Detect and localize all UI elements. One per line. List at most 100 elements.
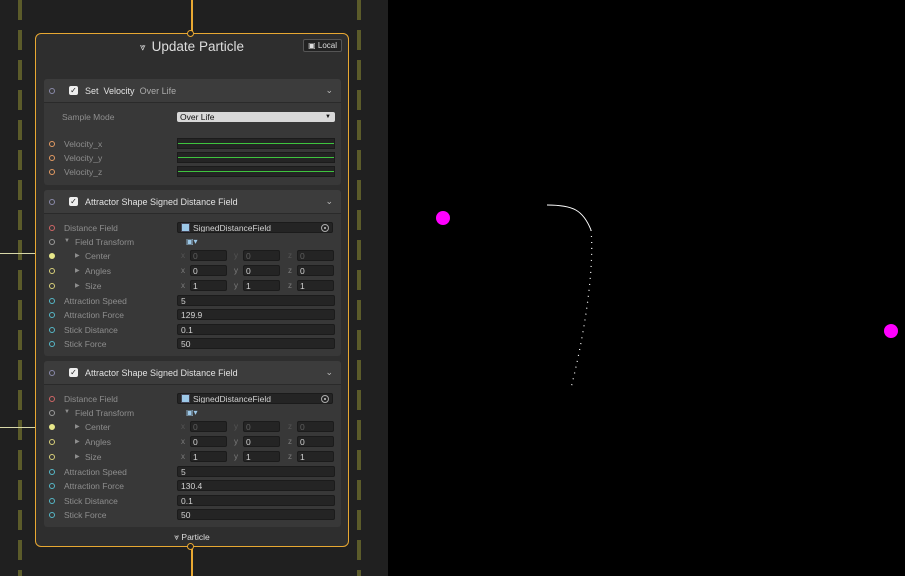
set-velocity-block[interactable]: ✓ Set Velocity Over Life ⌄ Sample Mode O… [44, 79, 341, 185]
stick-distance-port[interactable] [49, 498, 55, 504]
angles-port[interactable] [49, 439, 55, 445]
particle-trail [546, 204, 593, 389]
angles-z-field[interactable]: z0 [288, 265, 336, 276]
stick-distance-label: Stick Distance [64, 496, 118, 506]
block-title: Set Velocity Over Life [85, 86, 177, 96]
vfx-graph-canvas[interactable]: ⩔ Update Particle ▣ Local ✓ Set Velocity … [0, 0, 388, 576]
field-transform-port[interactable] [49, 239, 55, 245]
expand-triangle-icon[interactable]: ▶ [75, 267, 80, 274]
scene-viewport[interactable] [388, 0, 905, 576]
activation-port[interactable] [49, 88, 55, 94]
attraction-force-input[interactable]: 130.4 [177, 480, 335, 491]
collapse-chevron-icon[interactable]: ⌄ [325, 367, 333, 378]
angles-x-field[interactable]: x0 [181, 436, 229, 447]
size-port[interactable] [49, 454, 55, 460]
particle-icon: ⩔ [174, 532, 180, 542]
distance-field-row: Distance Field SignedDistanceField [44, 221, 341, 235]
size-z-field[interactable]: z1 [288, 451, 336, 462]
block-header[interactable]: ✓ Set Velocity Over Life ⌄ [44, 79, 341, 103]
velocity-y-port[interactable] [49, 155, 55, 161]
attraction-speed-row: Attraction Speed 5 [44, 465, 341, 479]
attraction-force-port[interactable] [49, 483, 55, 489]
object-picker-icon[interactable] [321, 224, 329, 232]
space-local-button[interactable]: ▣ Local [303, 39, 342, 52]
distance-field-object[interactable]: SignedDistanceField [177, 393, 333, 404]
expand-triangle-icon[interactable]: ▶ [75, 252, 80, 259]
attractor-sdf-block-2[interactable]: ✓ Attractor Shape Signed Distance Field … [44, 361, 341, 527]
velocity-z-port[interactable] [49, 169, 55, 175]
space-cube-icon[interactable]: ▣▾ [186, 237, 198, 246]
distance-field-port[interactable] [49, 396, 55, 402]
stick-distance-input[interactable]: 0.1 [177, 495, 335, 506]
center-port[interactable] [49, 253, 55, 259]
size-z-field[interactable]: z1 [288, 280, 336, 291]
expand-triangle-icon[interactable]: ▼ [64, 409, 70, 415]
size-y-field[interactable]: y1 [234, 280, 282, 291]
block-header[interactable]: ✓ Attractor Shape Signed Distance Field … [44, 190, 341, 214]
object-picker-icon[interactable] [321, 395, 329, 403]
center-z-field[interactable]: z0 [288, 250, 336, 261]
stick-force-row: Stick Force 50 [44, 508, 341, 522]
collapse-chevron-icon[interactable]: ⌄ [325, 85, 333, 96]
attraction-speed-port[interactable] [49, 469, 55, 475]
distance-field-port[interactable] [49, 225, 55, 231]
center-z-field[interactable]: z0 [288, 421, 336, 432]
attraction-force-input[interactable]: 129.9 [177, 309, 335, 320]
velocity-y-curve[interactable] [177, 152, 335, 163]
size-port[interactable] [49, 283, 55, 289]
stick-distance-input[interactable]: 0.1 [177, 324, 335, 335]
center-y-field[interactable]: y0 [234, 250, 282, 261]
block-enable-checkbox[interactable]: ✓ [69, 197, 78, 206]
block-enable-checkbox[interactable]: ✓ [69, 86, 78, 95]
expand-triangle-icon[interactable]: ▼ [64, 238, 70, 244]
angles-y-field[interactable]: y0 [234, 436, 282, 447]
attraction-speed-input[interactable]: 5 [177, 466, 335, 477]
stick-force-port[interactable] [49, 341, 55, 347]
stick-force-input[interactable]: 50 [177, 338, 335, 349]
block-header[interactable]: ✓ Attractor Shape Signed Distance Field … [44, 361, 341, 385]
attraction-force-port[interactable] [49, 312, 55, 318]
velocity-x-curve[interactable] [177, 138, 335, 149]
stick-force-input[interactable]: 50 [177, 509, 335, 520]
attraction-speed-port[interactable] [49, 298, 55, 304]
flow-input-port[interactable] [187, 30, 194, 37]
context-title: ⩔ Update Particle [140, 39, 244, 54]
stick-distance-port[interactable] [49, 327, 55, 333]
flow-output-port[interactable] [187, 543, 194, 550]
angles-y-field[interactable]: y0 [234, 265, 282, 276]
size-y-field[interactable]: y1 [234, 451, 282, 462]
angles-x-field[interactable]: x0 [181, 265, 229, 276]
expand-triangle-icon[interactable]: ▶ [75, 282, 80, 289]
activation-port[interactable] [49, 199, 55, 205]
attraction-force-row: Attraction Force 129.9 [44, 308, 341, 322]
field-transform-port[interactable] [49, 410, 55, 416]
distance-field-row: Distance Field SignedDistanceField [44, 392, 341, 406]
center-x-field[interactable]: x0 [181, 250, 229, 261]
stick-distance-row: Stick Distance 0.1 [44, 494, 341, 508]
block-enable-checkbox[interactable]: ✓ [69, 368, 78, 377]
center-row: ▶ Center x0 y0 z0 [44, 249, 341, 263]
center-y-field[interactable]: y0 [234, 421, 282, 432]
attraction-force-row: Attraction Force 130.4 [44, 479, 341, 493]
angles-port[interactable] [49, 268, 55, 274]
expand-triangle-icon[interactable]: ▶ [75, 438, 80, 445]
stick-force-port[interactable] [49, 512, 55, 518]
angles-label: Angles [85, 437, 111, 447]
angles-z-field[interactable]: z0 [288, 436, 336, 447]
velocity-x-port[interactable] [49, 141, 55, 147]
center-x-field[interactable]: x0 [181, 421, 229, 432]
activation-port[interactable] [49, 370, 55, 376]
expand-triangle-icon[interactable]: ▶ [75, 453, 80, 460]
collapse-chevron-icon[interactable]: ⌄ [325, 196, 333, 207]
sample-mode-dropdown[interactable]: Over Life ▼ [177, 112, 335, 122]
size-x-field[interactable]: x1 [181, 451, 229, 462]
size-x-field[interactable]: x1 [181, 280, 229, 291]
expand-triangle-icon[interactable]: ▶ [75, 423, 80, 430]
center-port[interactable] [49, 424, 55, 430]
update-particle-context[interactable]: ⩔ Update Particle ▣ Local ✓ Set Velocity … [35, 33, 349, 547]
attraction-speed-input[interactable]: 5 [177, 295, 335, 306]
attractor-sdf-block-1[interactable]: ✓ Attractor Shape Signed Distance Field … [44, 190, 341, 356]
velocity-z-curve[interactable] [177, 166, 335, 177]
distance-field-object[interactable]: SignedDistanceField [177, 222, 333, 233]
space-cube-icon[interactable]: ▣▾ [186, 408, 198, 417]
